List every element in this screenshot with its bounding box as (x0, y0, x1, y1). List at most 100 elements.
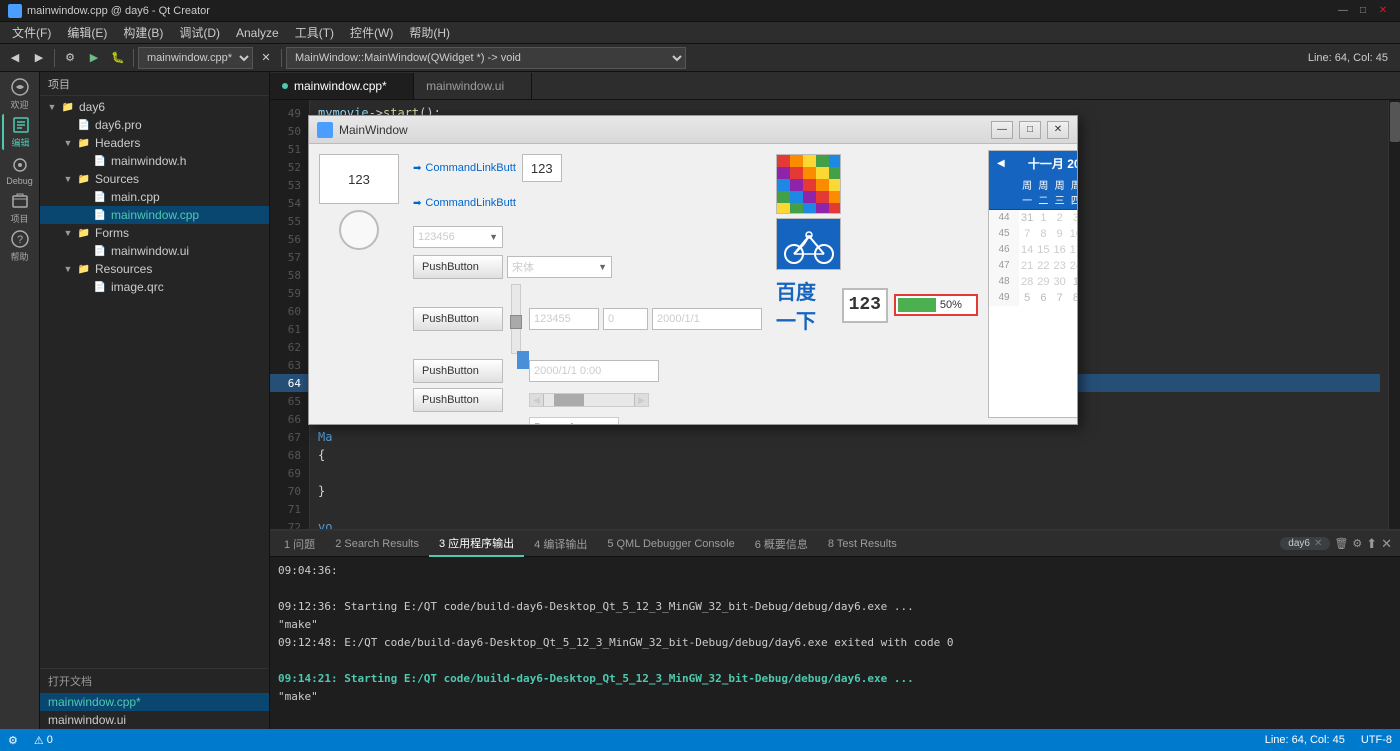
menu-build[interactable]: 构建(B) (115, 22, 171, 43)
qt-close-btn[interactable]: ✕ (1047, 121, 1069, 139)
open-doc-mainwindow-cpp[interactable]: mainwindow.cpp* (40, 693, 269, 711)
bottom-tab-output[interactable]: 3 应用程序输出 (429, 531, 524, 557)
toolbar-back[interactable]: ◀ (4, 47, 26, 69)
minimize-button[interactable]: — (1334, 2, 1352, 20)
qt-minimize-btn[interactable]: — (991, 121, 1013, 139)
qt-baidu-text[interactable]: 百度一下 (776, 276, 836, 334)
sidebar-help[interactable]: ? 帮助 (2, 228, 38, 264)
editor-tab-mainwindow-ui[interactable]: mainwindow.ui ✕ (414, 73, 531, 99)
open-doc-mainwindow-ui[interactable]: mainwindow.ui (40, 711, 269, 729)
cal-prev-btn[interactable]: ◀ (993, 158, 1009, 169)
cal-day[interactable]: 31 (1019, 210, 1035, 226)
qt-push-btn1[interactable]: PushButton (413, 255, 503, 279)
cal-day[interactable]: 15 (1035, 242, 1051, 258)
tree-item-sources[interactable]: ▼ 📁 Sources (40, 170, 269, 188)
bottom-tab-search[interactable]: 2 Search Results (325, 531, 429, 557)
cal-day[interactable]: 1 (1035, 210, 1051, 226)
cal-day[interactable]: 28 (1019, 274, 1035, 290)
cal-day[interactable]: 17 (1068, 242, 1077, 258)
cal-day[interactable]: 5 (1019, 290, 1035, 306)
qt-text-input[interactable]: Press sh… (529, 417, 619, 424)
cal-day[interactable]: 23 (1052, 258, 1068, 274)
tree-item-main-cpp[interactable]: 📄 main.cpp (40, 188, 269, 206)
bottom-tab-tests[interactable]: 8 Test Results (818, 531, 907, 557)
tree-item-day6-pro[interactable]: 📄 day6.pro (40, 116, 269, 134)
cal-day[interactable]: 10 (1068, 226, 1077, 242)
cal-day[interactable]: 6 (1035, 290, 1051, 306)
toolbar-forward[interactable]: ▶ (28, 47, 50, 69)
tree-item-resources[interactable]: ▼ 📁 Resources (40, 260, 269, 278)
cal-day[interactable]: 22 (1035, 258, 1051, 274)
tree-item-mainwindow-ui[interactable]: 📄 mainwindow.ui (40, 242, 269, 260)
bottom-expand-btn[interactable]: ⬆ (1366, 536, 1377, 552)
qt-titlebar[interactable]: MainWindow — □ ✕ (309, 116, 1077, 144)
qt-spinbox2[interactable]: 0 (603, 308, 648, 330)
cal-day[interactable]: 14 (1019, 242, 1035, 258)
cal-day[interactable]: 16 (1052, 242, 1068, 258)
tree-item-image-qrc[interactable]: 📄 image.qrc (40, 278, 269, 296)
menu-analyze[interactable]: Analyze (228, 22, 287, 43)
qt-maximize-btn[interactable]: □ (1019, 121, 1041, 139)
function-dropdown[interactable]: MainWindow::MainWindow(QWidget *) -> voi… (286, 47, 686, 69)
qt-combobox[interactable]: 123456 ▼ (413, 226, 503, 248)
cal-day[interactable]: 8 (1035, 226, 1051, 242)
tag-close[interactable]: ✕ (1314, 538, 1322, 549)
qt-spinbox1[interactable]: 123455 (529, 308, 599, 330)
sidebar-welcome[interactable]: 欢迎 (2, 76, 38, 112)
qt-datetimeedit[interactable]: 2000/1/1 0:00 (529, 360, 659, 382)
tree-item-mainwindow-h[interactable]: 📄 mainwindow.h (40, 152, 269, 170)
cal-day[interactable]: 7 (1019, 226, 1035, 242)
cal-day[interactable]: 2 (1052, 210, 1068, 226)
sidebar-edit[interactable]: 编辑 (2, 114, 38, 150)
cal-day[interactable]: 1 (1068, 274, 1077, 290)
tree-item-forms[interactable]: ▼ 📁 Forms (40, 224, 269, 242)
cal-day[interactable]: 3 (1068, 210, 1077, 226)
qt-slider-v[interactable] (511, 284, 521, 354)
status-encoding[interactable]: UTF-8 (1361, 734, 1392, 746)
toolbar-build[interactable]: ⚙ (59, 47, 81, 69)
editor-tab-mainwindow-cpp[interactable]: mainwindow.cpp* ✕ (270, 73, 414, 99)
qt-cmd-link-btn2[interactable]: ➡ CommandLinkButt (413, 189, 516, 217)
toolbar-debug-run[interactable]: 🐛 (107, 47, 129, 69)
menu-edit[interactable]: 编辑(E) (59, 22, 115, 43)
file-dropdown[interactable]: mainwindow.cpp* (138, 47, 253, 69)
cal-day[interactable]: 30 (1052, 274, 1068, 290)
bottom-tab-overview[interactable]: 6 概要信息 (745, 531, 818, 557)
tree-item-headers[interactable]: ▼ 📁 Headers (40, 134, 269, 152)
cal-day[interactable]: 7 (1052, 290, 1068, 306)
status-line-col[interactable]: Line: 64, Col: 45 (1265, 734, 1345, 746)
bottom-tab-compile[interactable]: 4 编译输出 (524, 531, 597, 557)
qt-dateedit[interactable]: 2000/1/1 (652, 308, 762, 330)
scrollbar-left-btn[interactable]: ◀ (530, 394, 544, 406)
cal-day[interactable]: 21 (1019, 258, 1035, 274)
sidebar-project[interactable]: 项目 (2, 190, 38, 226)
cal-day[interactable]: 24 (1068, 258, 1077, 274)
tree-item-day6[interactable]: ▼ 📁 day6 (40, 98, 269, 116)
qt-scrollbar-h[interactable]: ◀ ▶ (529, 393, 649, 407)
status-problems[interactable]: ⚠ 0 (34, 734, 53, 747)
maximize-button[interactable]: □ (1354, 2, 1372, 20)
menu-debug[interactable]: 调试(D) (171, 22, 228, 43)
cal-day[interactable]: 29 (1035, 274, 1051, 290)
sidebar-debug[interactable]: Debug (2, 152, 38, 188)
bottom-tab-problems[interactable]: 1 问题 (274, 531, 325, 557)
bottom-tab-qml[interactable]: 5 QML Debugger Console (597, 531, 744, 557)
bottom-clear-btn[interactable]: 🗑 (1334, 537, 1348, 550)
qt-cmd-link-btn1[interactable]: ➡ CommandLinkButt (413, 154, 516, 182)
bottom-settings-btn[interactable]: ⚙ (1352, 537, 1362, 550)
qt-push-btn4[interactable]: PushButton (413, 388, 503, 412)
scrollbar-right-btn[interactable]: ▶ (634, 394, 648, 406)
toolbar-close-file[interactable]: ✕ (255, 47, 277, 69)
toolbar-run[interactable]: ▶ (83, 47, 105, 69)
bottom-close-btn[interactable]: ✕ (1381, 536, 1392, 552)
status-build[interactable]: ⚙ (8, 734, 18, 747)
qt-font-combo[interactable]: 宋体 ▼ (507, 256, 612, 278)
qt-push-btn2[interactable]: PushButton (413, 307, 503, 331)
menu-tools[interactable]: 工具(T) (287, 22, 342, 43)
tree-item-mainwindow-cpp[interactable]: 📄 mainwindow.cpp (40, 206, 269, 224)
cal-day[interactable]: 9 (1052, 226, 1068, 242)
close-button[interactable]: ✕ (1374, 2, 1392, 20)
menu-file[interactable]: 文件(F) (4, 22, 59, 43)
cal-day[interactable]: 8 (1068, 290, 1077, 306)
qt-push-btn3[interactable]: PushButton (413, 359, 503, 383)
